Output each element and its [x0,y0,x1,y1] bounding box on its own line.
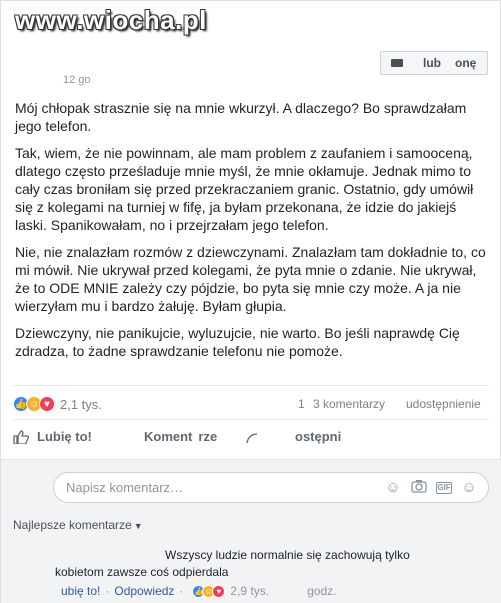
camera-icon[interactable] [410,479,428,497]
like-button[interactable]: Lubię to! [13,429,92,445]
like-page-label-2: onę [455,56,477,70]
reactions-summary[interactable]: 👍 ☺ ♥ 2,1 tys. [13,396,102,412]
thumb-icon [391,59,403,67]
comment-placeholder: Napisz komentarz… [66,480,184,495]
comment-sort-dropdown[interactable]: Najlepsze komentarze ▼ [13,518,143,532]
share-button-label: ostępni [295,429,342,444]
love-icon: ♥ [212,584,226,598]
post-actions: Lubię to! Koment rze ostępni [1,429,501,451]
comment-actions: ubię to! · Odpowiedz · 👍 ☺ ♥ 2,9 tys. go… [61,584,336,598]
like-page-button[interactable]: lub onę [380,51,488,75]
separator: · [105,584,110,598]
comment-text: Wszyscy ludzie normalnie się zachowują t… [165,548,410,562]
comment-timestamp[interactable]: godz. [307,584,336,598]
post-card: www.wiocha.pl 12 go lub onę Mój chłopak … [0,0,501,603]
like-page-label-1: lub [423,56,441,70]
post-text: Mój chłopak strasznie się na mnie wkurzy… [15,99,491,369]
sticker-icon[interactable]: ☺ [460,479,478,497]
post-paragraph: Tak, wiem, że nie powinnam, ale mam prob… [15,145,474,233]
comment-reply-link[interactable]: Odpowiedz [114,584,174,598]
comment-input[interactable]: Napisz komentarz… ☺ GIF ☺ [53,472,489,503]
comment-section: Napisz komentarz… ☺ GIF ☺ Najlepsze kome… [1,459,501,603]
comments-count[interactable]: 3 komentarzy [313,397,385,411]
share-button[interactable]: ostępni [245,429,341,444]
comment-button-label-2: rze [198,429,218,444]
comment-text-line2: kobietom zawsze coś odpierdala [55,565,229,579]
divider [13,385,489,386]
post-paragraph: Dziewczyny, nie panikujcie, wyluzujcie, … [15,325,460,359]
share-icon [245,430,261,444]
reactions-count: 2,1 tys. [60,396,102,412]
emoji-icon[interactable]: ☺ [384,479,402,497]
shares-count[interactable]: udostępnienie [406,397,481,411]
comment-reactions[interactable]: 👍 ☺ ♥ [192,584,226,598]
comment-button-label: Koment [144,429,193,444]
comment-reactions-count: 2,9 tys. [230,584,270,598]
post-paragraph: Mój chłopak strasznie się na mnie wkurzy… [15,100,467,134]
separator: · [179,584,184,598]
chevron-down-icon: ▼ [133,521,143,531]
comment-sort-label: Najlepsze komentarze [13,518,132,532]
love-icon: ♥ [39,396,55,412]
gif-icon[interactable]: GIF [436,481,452,494]
post-timestamp[interactable]: 12 go [63,74,91,86]
comments-num[interactable]: 1 [298,397,305,411]
comment-button[interactable]: Koment rze [144,429,217,444]
divider [13,419,489,420]
thumb-icon [13,429,30,445]
comment-like-link[interactable]: ubię to! [61,584,100,598]
watermark: www.wiocha.pl [15,5,207,35]
like-button-label: Lubię to! [37,429,92,444]
post-paragraph: Nie, nie znalazłam rozmów z dziewczynami… [15,244,486,314]
